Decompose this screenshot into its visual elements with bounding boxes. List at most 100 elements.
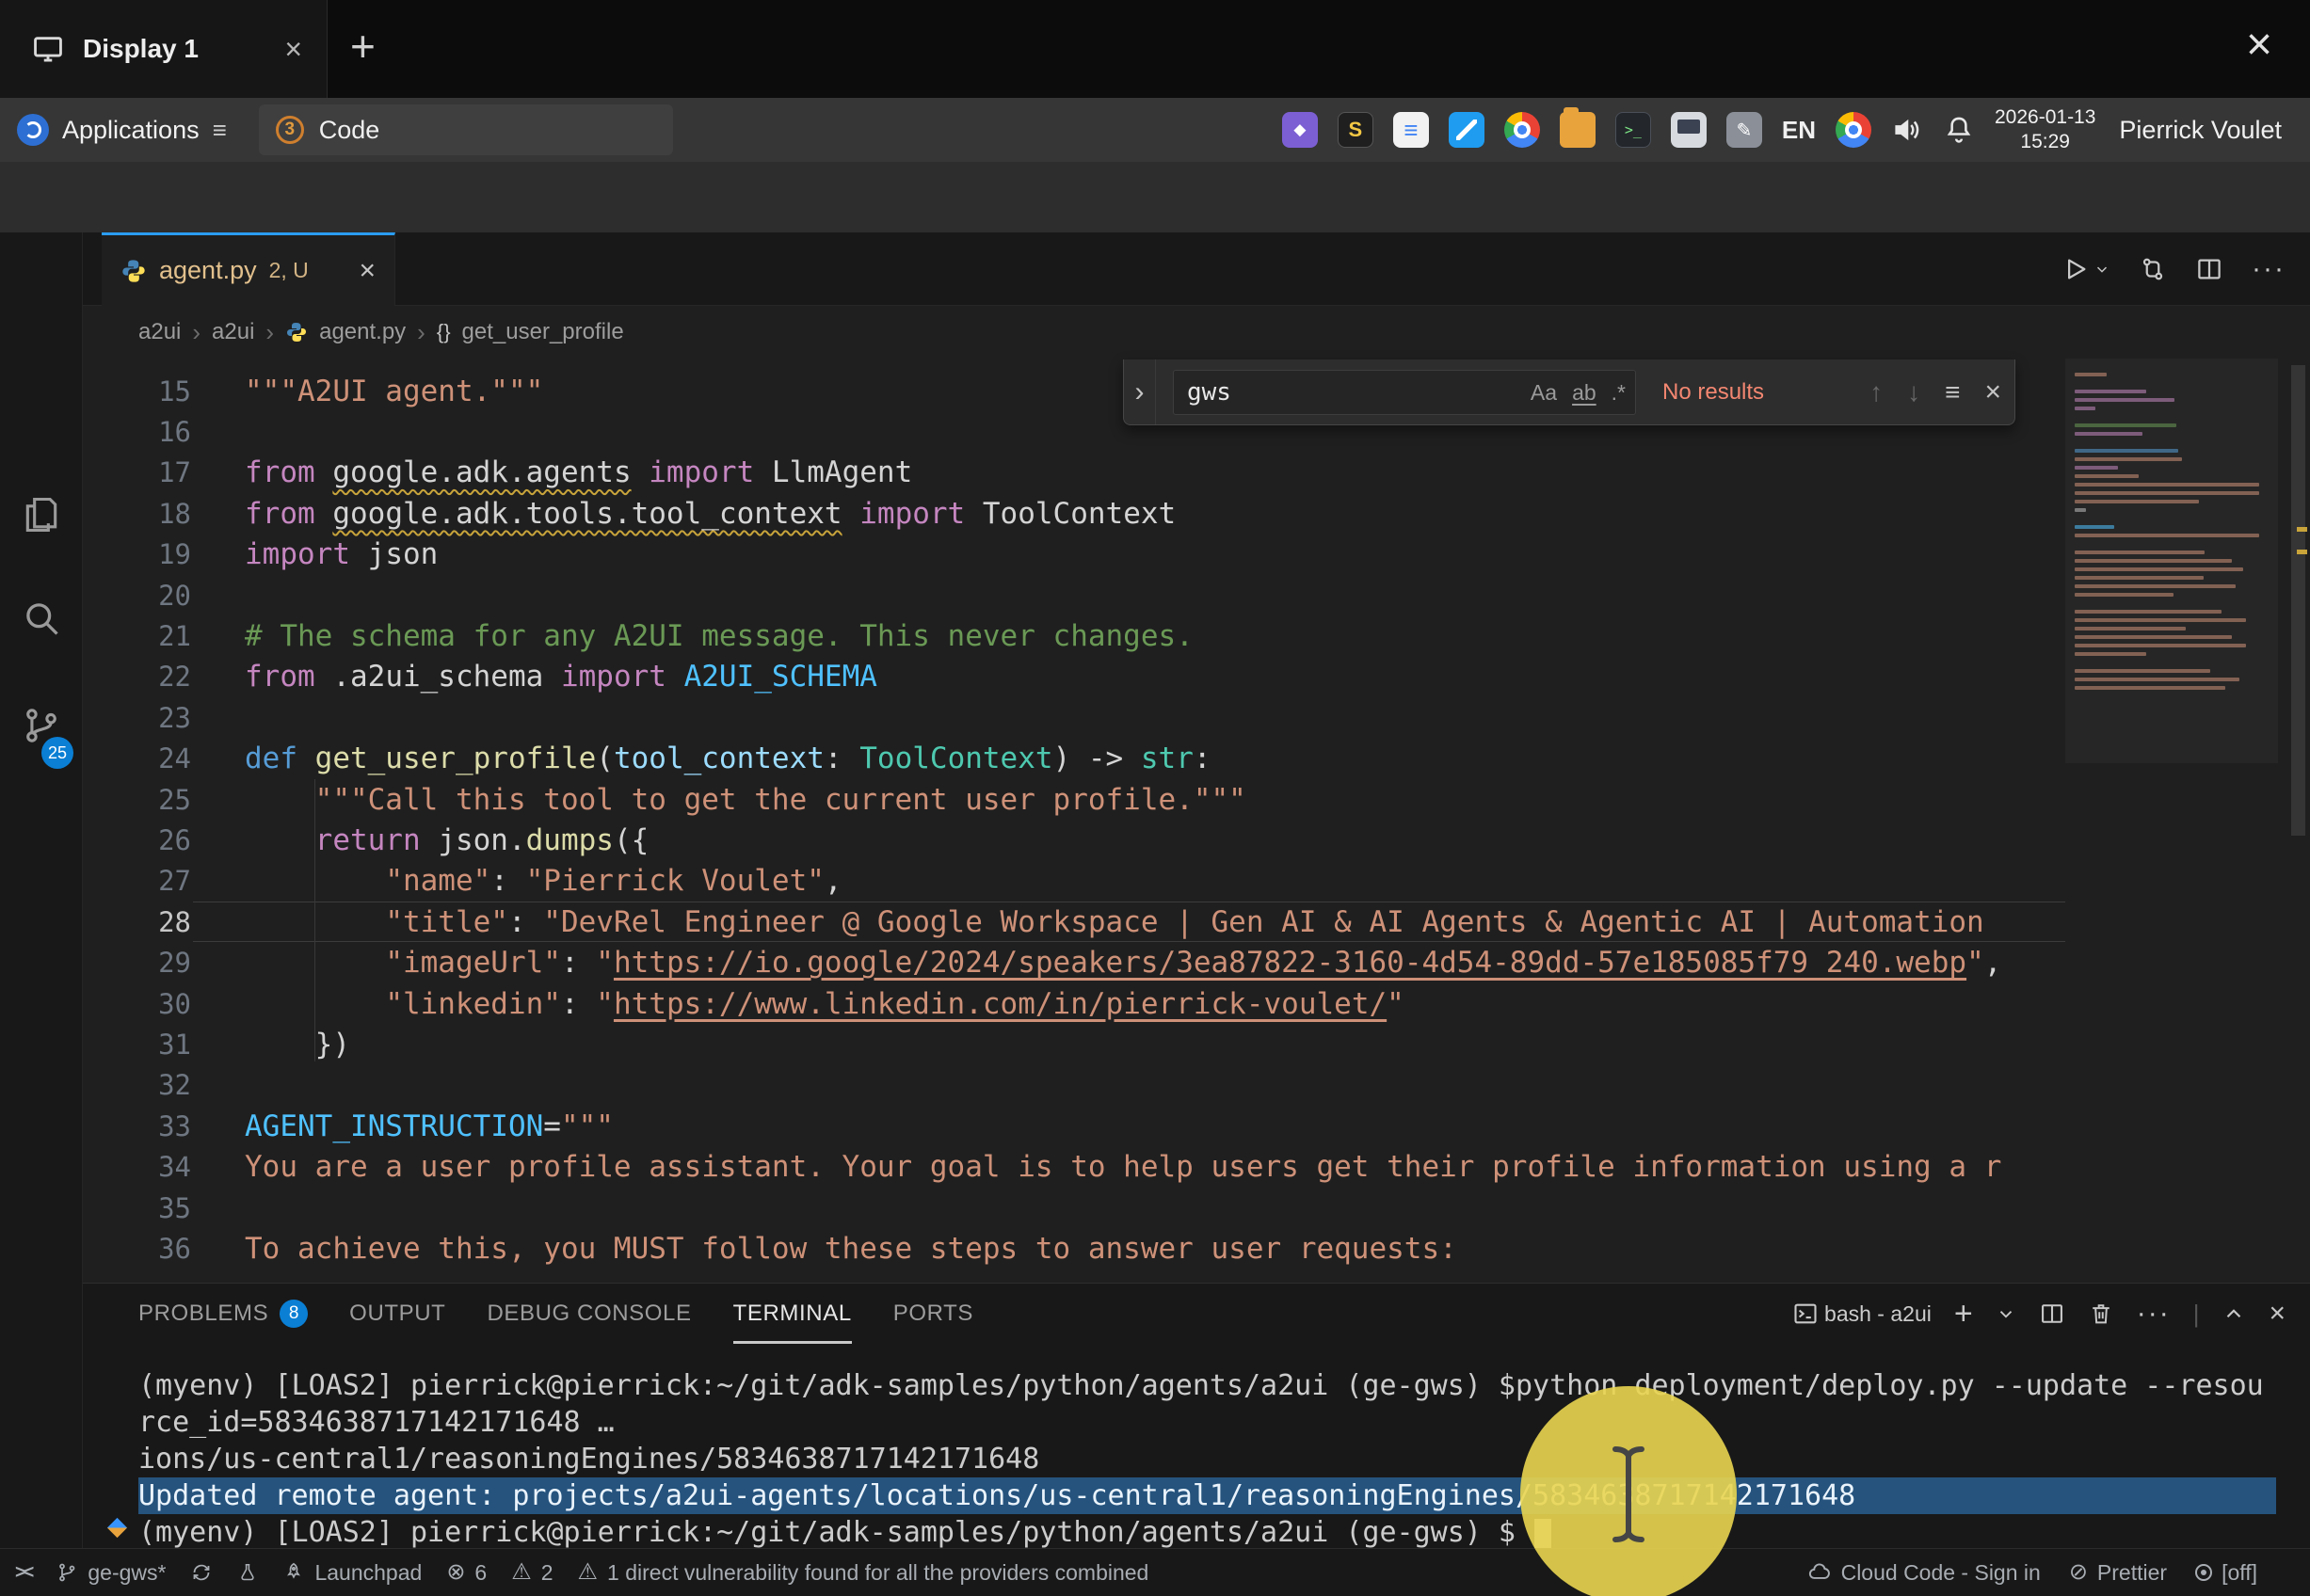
menu-hamburger-icon[interactable]: ≡ [213, 116, 227, 145]
tab-close-icon[interactable]: × [359, 255, 376, 287]
find-in-selection-icon[interactable]: ≡ [1945, 377, 1960, 407]
terminal-instance-item[interactable]: bash - a2ui [1792, 1301, 1932, 1327]
minimap-line [2075, 390, 2146, 393]
code-editor[interactable]: 15"""A2UI agent."""1617from google.adk.a… [83, 359, 2310, 1283]
tray-icon-terminal[interactable] [1615, 112, 1651, 148]
status-item-remote[interactable]: >< [15, 1562, 31, 1584]
find-close-icon[interactable]: × [1984, 376, 2001, 408]
toggle-replace-icon[interactable]: › [1124, 359, 1156, 424]
code-line-18[interactable]: 18from google.adk.tools.tool_context imp… [83, 493, 2310, 534]
clock[interactable]: 2026-01-13 15:29 [1995, 105, 2095, 155]
tray-icon-s[interactable] [1338, 112, 1373, 148]
terminal-line[interactable]: ions/us-central1/reasoningEngines/583463… [138, 1441, 2276, 1477]
tray-icon-purple[interactable] [1282, 112, 1318, 148]
terminal-dropdown-icon[interactable] [1996, 1303, 2016, 1324]
whole-word-icon[interactable]: ab [1572, 380, 1596, 406]
new-terminal-icon[interactable]: + [1954, 1298, 1973, 1330]
status-item-warning[interactable]: ⚠1 direct vulnerability found for all th… [578, 1560, 1149, 1586]
close-panel-icon[interactable]: × [2269, 1298, 2286, 1330]
breadcrumb-item[interactable]: get_user_profile [462, 319, 624, 345]
tray-icon-folder[interactable] [1560, 112, 1596, 148]
code-line-22[interactable]: 22from .a2ui_schema import A2UI_SCHEMA [83, 657, 2310, 697]
code-line-20[interactable]: 20 [83, 575, 2310, 615]
code-line-27[interactable]: 27 "name": "Pierrick Voulet", [83, 861, 2310, 902]
terminal-content[interactable]: (myenv) [LOAS2] pierrick@pierrick:~/git/… [138, 1367, 2276, 1546]
notifications-bell-icon[interactable] [1943, 114, 1975, 146]
find-input[interactable]: gws Aa ab .* [1173, 370, 1636, 415]
line-number: 35 [83, 1192, 191, 1224]
panel-tab-output[interactable]: OUTPUT [349, 1284, 445, 1344]
status-item-beaker[interactable] [237, 1562, 258, 1583]
code-line-24[interactable]: 24def get_user_profile(tool_context: Too… [83, 739, 2310, 779]
panel-tab-terminal[interactable]: TERMINAL [733, 1284, 852, 1344]
panel-more-actions-icon[interactable]: ··· [2137, 1298, 2171, 1330]
code-line-23[interactable]: 23 [83, 697, 2310, 738]
editor-scrollbar[interactable] [2291, 365, 2305, 836]
breadcrumb-item[interactable]: a2ui [212, 319, 254, 345]
applications-menu[interactable]: Applications [62, 116, 200, 145]
split-editor-icon[interactable] [2195, 255, 2223, 283]
code-line-36[interactable]: 36To achieve this, you MUST follow these… [83, 1228, 2310, 1269]
code-line-28[interactable]: 28 "title": "DevRel Engineer @ Google Wo… [83, 902, 2310, 942]
status-item-warning[interactable]: ⚠2 [511, 1560, 553, 1586]
status-item-error[interactable]: ⊗6 [446, 1560, 487, 1586]
explorer-icon[interactable] [21, 494, 62, 535]
panel-tab-problems[interactable]: PROBLEMS8 [138, 1284, 308, 1344]
code-text: "imageUrl": "https://io.google/2024/spea… [245, 946, 2001, 980]
volume-icon[interactable] [1891, 114, 1923, 146]
viewer-close-icon[interactable]: × [2246, 19, 2272, 71]
code-line-32[interactable]: 32 [83, 1065, 2310, 1106]
breadcrumb-item[interactable]: a2ui [138, 319, 181, 345]
status-item-branch[interactable]: ge-gws* [56, 1560, 166, 1586]
terminal-line[interactable]: (myenv) [LOAS2] pierrick@pierrick:~/git/… [138, 1514, 2276, 1551]
taskbar-window-code[interactable]: 3 Code [259, 104, 673, 155]
code-line-21[interactable]: 21# The schema for any A2UI message. Thi… [83, 615, 2310, 656]
code-line-31[interactable]: 31 }) [83, 1024, 2310, 1064]
match-case-icon[interactable]: Aa [1531, 380, 1557, 406]
status-item-sync[interactable] [190, 1561, 213, 1584]
status-item-prettier[interactable]: ⊘Prettier [2069, 1560, 2167, 1586]
open-changes-editor-icon[interactable] [2139, 255, 2167, 283]
find-next-icon[interactable]: ↓ [1907, 377, 1920, 407]
regex-icon[interactable]: .* [1612, 380, 1626, 406]
code-line-19[interactable]: 19import json [83, 535, 2310, 575]
tray-icon-chrome[interactable] [1504, 112, 1540, 148]
split-terminal-icon[interactable] [2039, 1301, 2065, 1327]
run-python-file-icon[interactable] [2061, 255, 2110, 283]
breadcrumb-item[interactable]: agent.py [319, 319, 406, 345]
logged-in-user[interactable]: Pierrick Voulet [2119, 116, 2282, 145]
panel-tab-ports[interactable]: PORTS [893, 1284, 973, 1344]
keyboard-layout-indicator[interactable]: EN [1782, 116, 1816, 145]
tray-icon-pencil[interactable] [1726, 112, 1762, 148]
tray-icon-display[interactable] [1671, 112, 1707, 148]
status-item-cloud[interactable]: Cloud Code - Sign in [1807, 1560, 2041, 1586]
viewer-tab-display1[interactable]: Display 1 × [0, 0, 328, 98]
code-line-33[interactable]: 33AGENT_INSTRUCTION=""" [83, 1106, 2310, 1146]
search-view-icon[interactable] [21, 598, 62, 639]
minimap[interactable] [2065, 359, 2278, 1074]
tab-agent-py[interactable]: agent.py 2, U × [102, 232, 395, 306]
code-line-25[interactable]: 25 """Call this tool to get the current … [83, 779, 2310, 820]
terminal-line[interactable]: Updated remote agent: projects/a2ui-agen… [138, 1477, 2276, 1514]
code-line-29[interactable]: 29 "imageUrl": "https://io.google/2024/s… [83, 942, 2310, 982]
tray-icon-vscode[interactable] [1449, 112, 1484, 148]
kill-terminal-icon[interactable] [2088, 1301, 2114, 1327]
code-line-30[interactable]: 30 "linkedin": "https://www.linkedin.com… [83, 983, 2310, 1024]
terminal-line[interactable]: rce_id=5834638717142171648 … [138, 1404, 2276, 1441]
find-previous-icon[interactable]: ↑ [1869, 377, 1883, 407]
code-line-26[interactable]: 26 return json.dumps({ [83, 820, 2310, 860]
maximize-panel-icon[interactable] [2222, 1301, 2246, 1326]
viewer-new-tab-button[interactable]: + [350, 21, 376, 72]
status-item-rocket[interactable]: Launchpad [282, 1560, 422, 1586]
editor-more-actions-icon[interactable]: ··· [2252, 253, 2286, 285]
viewer-tab-close-icon[interactable]: × [284, 32, 302, 67]
chrome-tray-icon[interactable] [1836, 112, 1871, 148]
panel-tab-debug-console[interactable]: DEBUG CONSOLE [487, 1284, 691, 1344]
tray-icon-notes[interactable] [1393, 112, 1429, 148]
applications-menu-icon[interactable] [17, 114, 49, 146]
terminal-line[interactable]: (myenv) [LOAS2] pierrick@pierrick:~/git/… [138, 1367, 2276, 1404]
status-item-record[interactable]: [off] [2195, 1560, 2257, 1586]
code-line-34[interactable]: 34You are a user profile assistant. Your… [83, 1146, 2310, 1187]
code-line-17[interactable]: 17from google.adk.agents import LlmAgent [83, 453, 2310, 493]
code-line-35[interactable]: 35 [83, 1188, 2310, 1228]
